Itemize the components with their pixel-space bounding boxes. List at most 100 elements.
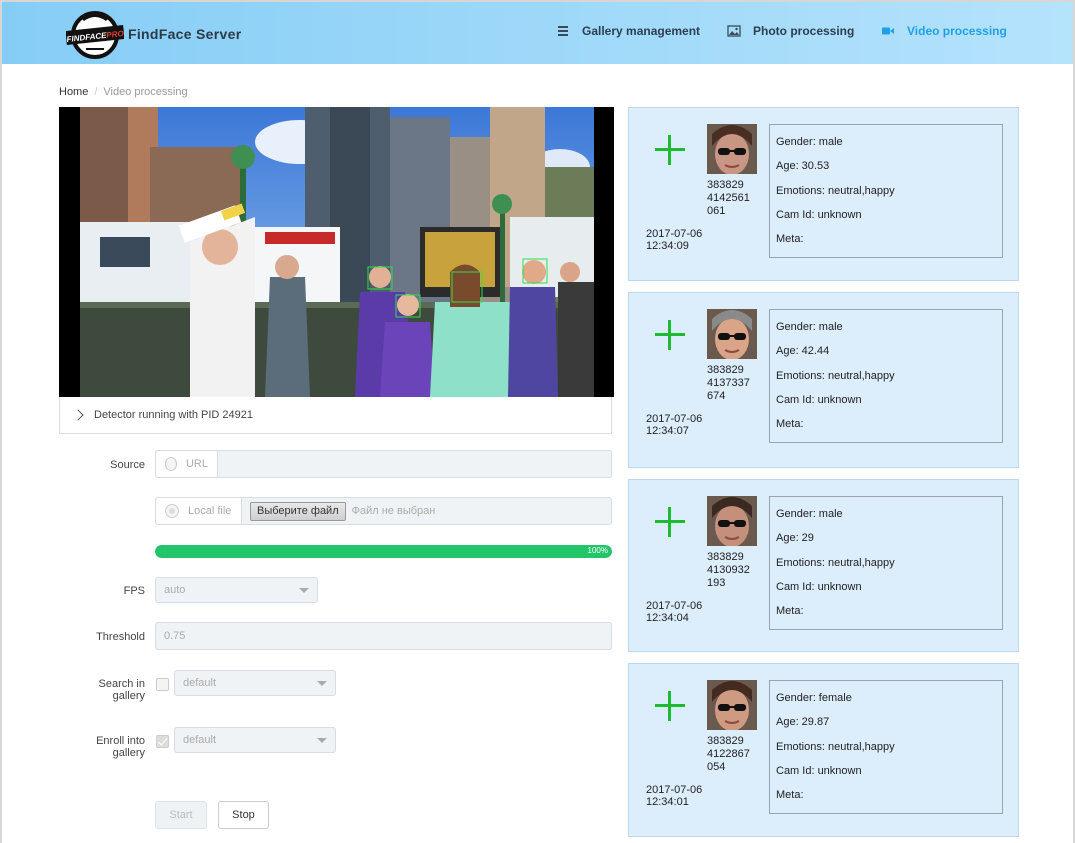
add-to-gallery-plus-icon[interactable]: [655, 507, 685, 537]
breadcrumb: Home / Video processing: [59, 86, 188, 98]
face-id-line: 383829: [707, 364, 744, 376]
detection-time: 12:34:01: [646, 796, 689, 808]
add-to-gallery-plus-icon[interactable]: [655, 135, 685, 165]
detection-time: 12:34:04: [646, 612, 689, 624]
cam-id-text: Cam Id: unknown: [776, 208, 862, 221]
detection-card: 383829 4137337 674 2017-07-06 12:34:07 Gender…: [628, 292, 1019, 468]
enroll-gallery-label-line1: Enroll into: [96, 735, 145, 747]
breadcrumb-separator: /: [94, 86, 98, 98]
face-id-line: 4122867: [707, 748, 750, 760]
nav-photo-label: Photo processing: [753, 24, 855, 38]
meta-text: Meta:: [776, 789, 804, 802]
progress-text: 100%: [587, 546, 608, 555]
breadcrumb-current: Video processing: [103, 86, 188, 98]
nav-gallery-label: Gallery management: [582, 24, 701, 38]
file-name-text: Файл не выбран: [351, 505, 436, 517]
detector-status-toggle[interactable]: Detector running with PID 24921: [59, 397, 612, 434]
detection-time: 12:34:07: [646, 425, 689, 437]
detection-card: 383829 4130932 193 2017-07-06 12:34:04 Gender…: [628, 479, 1019, 652]
search-gallery-checkbox[interactable]: [156, 678, 169, 691]
detection-timestamp: 2017-07-06 12:34:04: [646, 600, 702, 624]
detection-card: 383829 4142561 061 2017-07-06 12:34:09 Gender…: [628, 107, 1019, 281]
detection-date: 2017-07-06: [646, 228, 703, 240]
detection-timestamp: 2017-07-06 12:34:09: [646, 228, 702, 252]
upload-progress-bar: 100%: [155, 545, 612, 558]
emotions-text: Emotions: neutral,happy: [776, 740, 895, 753]
face-id-line: 383829: [707, 735, 744, 747]
detection-date: 2017-07-06: [646, 413, 703, 425]
face-thumbnail[interactable]: [707, 309, 757, 359]
age-text: Age: 29.87: [776, 716, 830, 729]
face-attributes-box: Gender: female Age: 29.87 Emotions: neutra…: [769, 680, 1003, 814]
search-gallery-value: default: [183, 677, 217, 689]
age-text: Age: 30.53: [776, 160, 830, 173]
detection-timestamp: 2017-07-06 12:34:01: [646, 784, 702, 808]
caret-down-icon: [317, 681, 327, 686]
local-file-group: Local file Выберите файл Файл не выбран: [155, 497, 612, 525]
video-player[interactable]: [59, 107, 614, 397]
face-thumbnail[interactable]: [707, 124, 757, 174]
threshold-label: Threshold: [96, 631, 145, 643]
gender-text: Gender: male: [776, 321, 843, 333]
face-thumbnail[interactable]: [707, 680, 757, 730]
threshold-input[interactable]: 0.75: [155, 622, 612, 650]
nav-video-processing[interactable]: Video processing: [881, 24, 1007, 38]
cam-id-text: Cam Id: unknown: [776, 393, 862, 406]
image-icon: [727, 25, 741, 37]
face-id-line: 054: [707, 761, 726, 773]
gender-text: Gender: male: [776, 136, 843, 148]
local-file-radio[interactable]: [165, 504, 179, 518]
enroll-gallery-checkbox[interactable]: [156, 735, 169, 748]
progress-fill: 100%: [155, 545, 612, 558]
fps-select[interactable]: auto: [155, 577, 318, 603]
caret-down-icon: [299, 588, 309, 593]
add-to-gallery-plus-icon[interactable]: [655, 691, 685, 721]
search-gallery-label: Search in gallery: [55, 678, 145, 702]
face-id: 383829 4130932 193: [707, 551, 762, 590]
face-id-line: 061: [707, 205, 726, 217]
url-radio[interactable]: [165, 457, 177, 471]
enroll-gallery-select[interactable]: default: [174, 727, 336, 753]
source-label: Source: [110, 459, 145, 471]
nav-photo-processing[interactable]: Photo processing: [727, 24, 854, 38]
findface-logo[interactable]: FINDFACEPRO: [66, 9, 124, 61]
detection-time: 12:34:09: [646, 240, 689, 252]
fps-value: auto: [164, 584, 186, 596]
search-gallery-label-line1: Search in: [98, 678, 145, 690]
stop-button[interactable]: Stop: [218, 801, 269, 829]
detection-card: 383829 4122867 054 2017-07-06 12:34:01 Gender…: [628, 663, 1019, 837]
start-button[interactable]: Start: [155, 801, 207, 829]
detection-timestamp: 2017-07-06 12:34:07: [646, 413, 702, 437]
gender-text: Gender: female: [776, 692, 852, 704]
face-attributes-box: Gender: male Age: 30.53 Emotions: neutral,…: [769, 124, 1003, 258]
face-id-line: 674: [707, 390, 726, 402]
cam-id-text: Cam Id: unknown: [776, 580, 862, 593]
face-thumbnail[interactable]: [707, 496, 757, 546]
cam-id-text: Cam Id: unknown: [776, 764, 862, 777]
gender-text: Gender: male: [776, 508, 843, 520]
face-id: 383829 4142561 061: [707, 179, 762, 218]
search-gallery-select[interactable]: default: [174, 670, 336, 696]
url-input[interactable]: [218, 451, 611, 477]
face-id-line: 4142561: [707, 192, 750, 204]
face-attributes-box: Gender: male Age: 29 Emotions: neutral,hap…: [769, 496, 1003, 630]
enroll-gallery-value: default: [183, 734, 217, 746]
caret-down-icon: [317, 738, 327, 743]
add-to-gallery-plus-icon[interactable]: [655, 320, 685, 350]
detection-date: 2017-07-06: [646, 784, 703, 796]
search-gallery-label-line2: gallery: [112, 690, 145, 702]
nav-gallery-management[interactable]: Gallery management: [556, 24, 700, 38]
breadcrumb-home[interactable]: Home: [59, 86, 88, 98]
url-source-group: URL: [155, 450, 612, 478]
local-file-radio-cell: Local file: [156, 498, 242, 524]
age-text: Age: 42.44: [776, 345, 830, 358]
meta-text: Meta:: [776, 605, 804, 618]
choose-file-button[interactable]: Выберите файл: [250, 501, 346, 521]
face-attributes-box: Gender: male Age: 42.44 Emotions: neutral,…: [769, 309, 1003, 443]
face-id-line: 383829: [707, 179, 744, 191]
video-camera-icon: [882, 27, 894, 35]
age-text: Age: 29: [776, 532, 814, 545]
meta-text: Meta:: [776, 418, 804, 431]
face-id-line: 193: [707, 577, 726, 589]
emotions-text: Emotions: neutral,happy: [776, 369, 895, 382]
